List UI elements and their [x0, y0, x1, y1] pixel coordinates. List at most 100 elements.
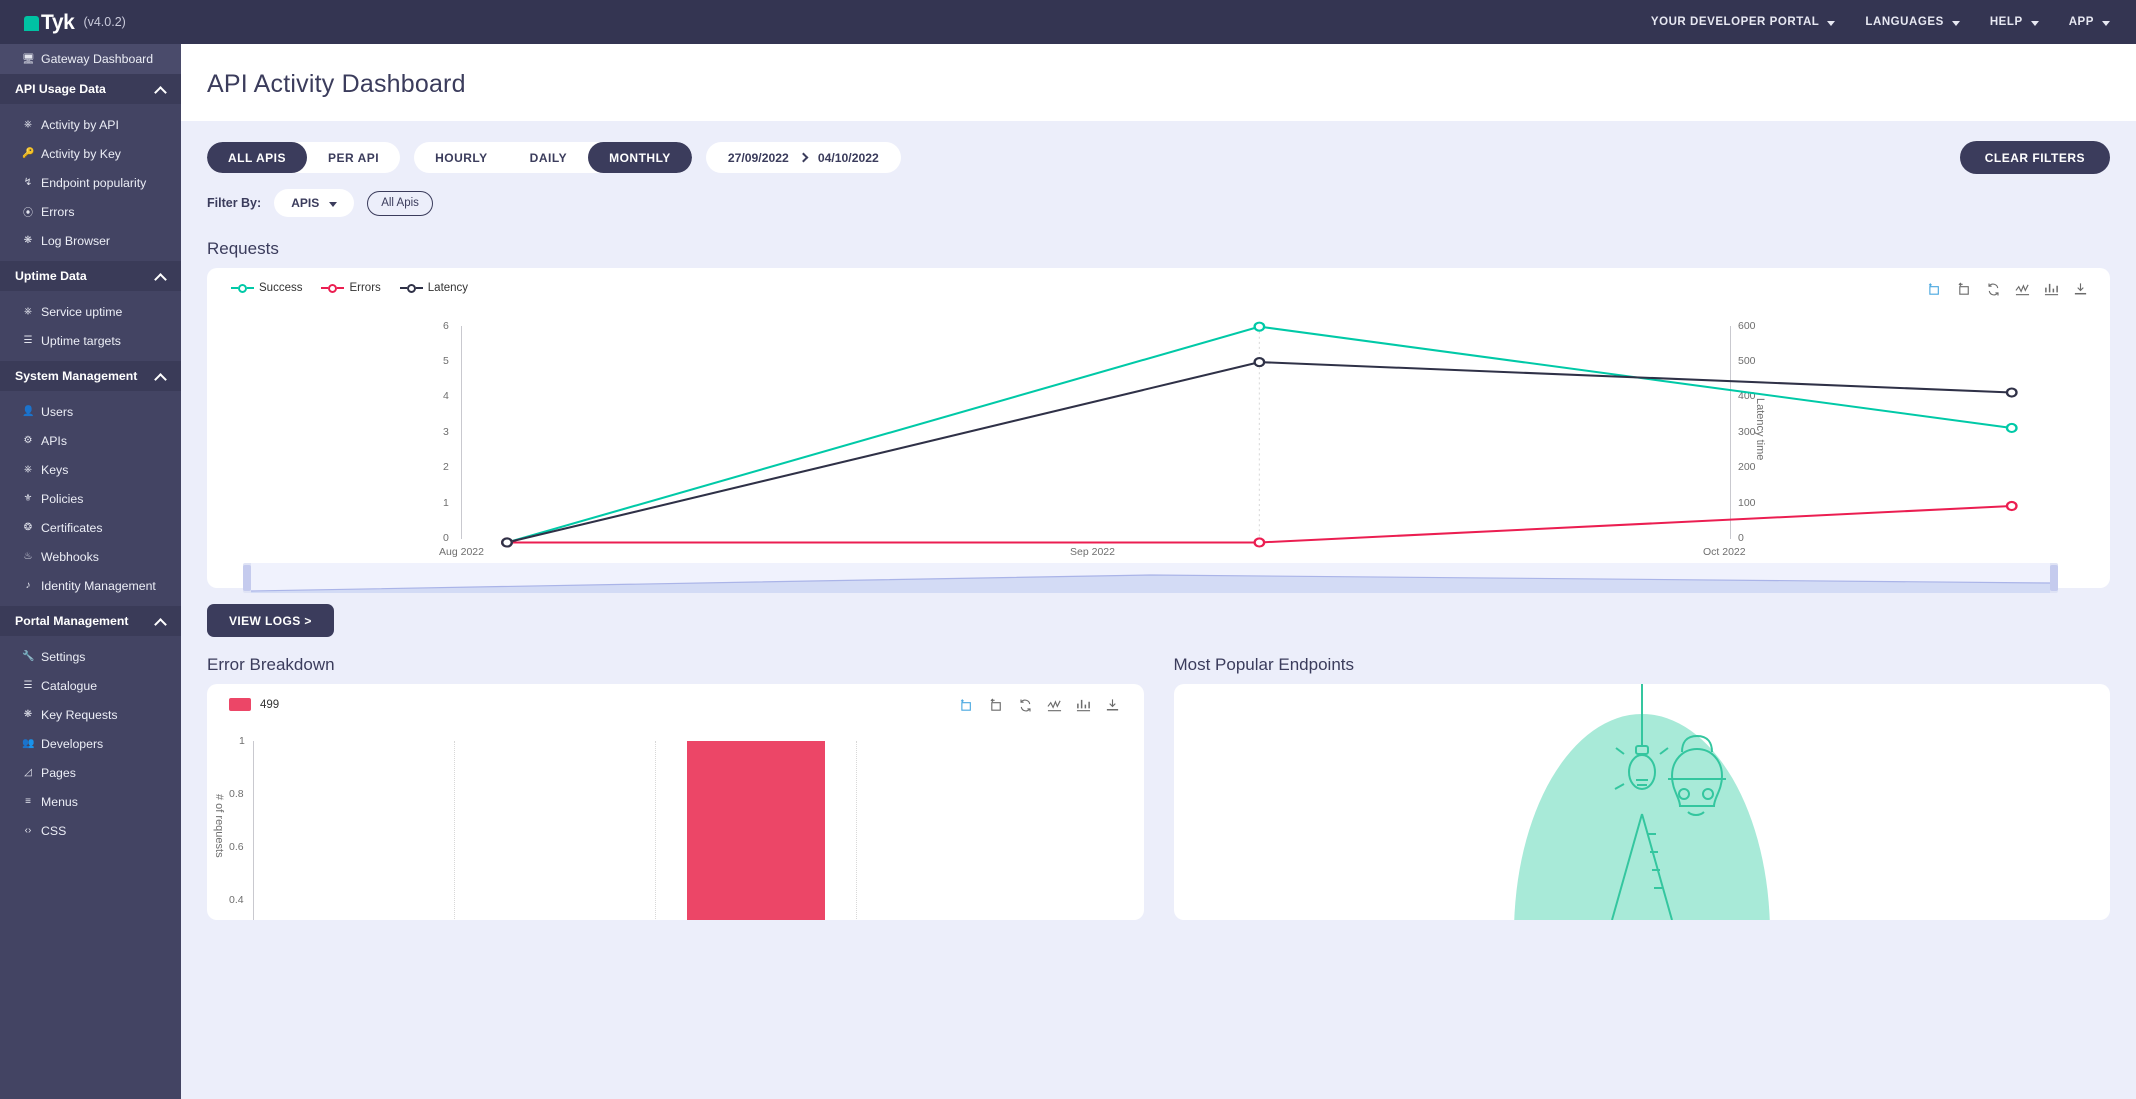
page-title: API Activity Dashboard	[207, 70, 2136, 99]
xtick-label: Aug 2022	[439, 546, 484, 558]
chevron-down-icon	[1952, 21, 1960, 26]
empty-state-illustration	[1174, 684, 2111, 920]
user-icon: 👤	[22, 406, 34, 417]
sidebar-item-endpoint-popularity[interactable]: ↯ Endpoint popularity	[0, 168, 181, 197]
sidebar-item-users[interactable]: 👤 Users	[0, 397, 181, 426]
topnav-app[interactable]: APP	[2069, 16, 2110, 28]
scope-option-all-apis[interactable]: ALL APIS	[207, 142, 307, 173]
requests-plot-area: 6 5 4 3 2 1 0 600 500 400 300 200	[221, 278, 2096, 582]
filter-by-select[interactable]: APIS	[274, 189, 354, 217]
chevron-up-icon	[154, 273, 167, 286]
sidebar-item-policies[interactable]: ⚜ Policies	[0, 484, 181, 513]
sidebar-group-system-management[interactable]: System Management	[0, 361, 181, 391]
topnav-label: YOUR DEVELOPER PORTAL	[1651, 16, 1820, 28]
sidebar-item-webhooks[interactable]: ♨ Webhooks	[0, 542, 181, 571]
chevron-down-icon	[2102, 21, 2110, 26]
sidebar-group-label: Uptime Data	[15, 269, 87, 283]
sidebar-item-log-browser[interactable]: ❋ Log Browser	[0, 226, 181, 255]
sidebar-item-label: Certificates	[41, 521, 103, 535]
dashboard-body: ALL APIS PER API HOURLY DAILY MONTHLY 27…	[181, 121, 2136, 1099]
topnav-developer-portal[interactable]: YOUR DEVELOPER PORTAL	[1651, 16, 1836, 28]
popular-endpoints-card	[1174, 684, 2111, 920]
chevron-down-icon	[2031, 21, 2039, 26]
sidebar-item-label: Policies	[41, 492, 83, 506]
sidebar-item-key-requests[interactable]: ❋ Key Requests	[0, 700, 181, 729]
period-option-daily[interactable]: DAILY	[509, 142, 588, 173]
sidebar-item-label: Menus	[41, 795, 78, 809]
period-option-hourly[interactable]: HOURLY	[414, 142, 509, 173]
brand-logo[interactable]: Tyk (v4.0.2)	[24, 12, 126, 33]
zoom-preview-area	[251, 563, 2050, 593]
zoom-handle-right[interactable]	[2050, 565, 2058, 591]
sidebar-item-activity-by-api[interactable]: ⎈ Activity by API	[0, 110, 181, 139]
requests-chart-card: Success Errors	[207, 268, 2110, 588]
sidebar-item-settings[interactable]: 🔧 Settings	[0, 642, 181, 671]
success-point	[2007, 424, 2016, 432]
view-logs-button[interactable]: VIEW LOGS >	[207, 604, 334, 637]
link-icon: ♪	[22, 580, 34, 591]
popular-endpoints-title: Most Popular Endpoints	[1174, 655, 2111, 675]
sidebar-item-uptime-targets[interactable]: ☰ Uptime targets	[0, 326, 181, 355]
sidebar-item-menus[interactable]: ≡ Menus	[0, 787, 181, 816]
sidebar-item-identity-management[interactable]: ♪ Identity Management	[0, 571, 181, 600]
sidebar-item-label: Users	[41, 405, 73, 419]
sidebar-item-pages[interactable]: ◿ Pages	[0, 758, 181, 787]
sitemap-icon: ⎈	[22, 464, 34, 475]
errors-point	[1255, 538, 1264, 546]
chevron-down-icon	[329, 202, 337, 207]
monitor-icon: 🖥	[22, 54, 34, 65]
popular-endpoints-column: Most Popular Endpoints	[1174, 649, 2111, 920]
error-gridline	[856, 741, 857, 920]
sidebar-item-gateway-dashboard[interactable]: 🖥 Gateway Dashboard	[0, 44, 181, 74]
error-ytick: 0.4	[229, 894, 244, 906]
filter-by-select-value: APIS	[291, 196, 319, 210]
error-y-axis-title: # of requests	[213, 794, 225, 858]
filter-by-label: Filter By:	[207, 196, 261, 210]
topnav-languages[interactable]: LANGUAGES	[1865, 16, 1959, 28]
zoom-window[interactable]	[251, 563, 2050, 593]
filter-chip-all-apis[interactable]: All Apis	[367, 191, 433, 216]
sidebar-item-errors[interactable]: ⦿ Errors	[0, 197, 181, 226]
error-breakdown-plot-area: 1 0.8 0.6 0.4 # of requests	[207, 684, 1144, 920]
sidebar-item-label: CSS	[41, 824, 66, 838]
chevron-up-icon	[154, 86, 167, 99]
date-range-picker[interactable]: 27/09/2022 04/10/2022	[706, 142, 901, 173]
sidebar-group-api-usage-data[interactable]: API Usage Data	[0, 74, 181, 104]
period-option-monthly[interactable]: MONTHLY	[588, 142, 692, 173]
chart-zoom-slider[interactable]	[243, 563, 2058, 593]
error-breakdown-card: 499	[207, 684, 1144, 920]
date-from: 27/09/2022	[728, 151, 789, 165]
certificate-icon: ❂	[22, 522, 34, 533]
topnav-help[interactable]: HELP	[1990, 16, 2039, 28]
sidebar-item-certificates[interactable]: ❂ Certificates	[0, 513, 181, 542]
sidebar-item-label: Activity by Key	[41, 147, 121, 161]
sidebar-item-activity-by-key[interactable]: 🔑 Activity by Key	[0, 139, 181, 168]
topnav-label: LANGUAGES	[1865, 16, 1943, 28]
network-icon: ⎈	[22, 119, 34, 130]
requests-series-svg	[221, 278, 2096, 582]
bottom-panels: Error Breakdown 499	[207, 649, 2110, 920]
sidebar-item-developers[interactable]: 👥 Developers	[0, 729, 181, 758]
sidebar-item-keys[interactable]: ⎈ Keys	[0, 455, 181, 484]
sidebar-item-catalogue[interactable]: ☰ Catalogue	[0, 671, 181, 700]
filter-by-row: Filter By: APIS All Apis	[207, 174, 2110, 217]
sidebar-item-service-uptime[interactable]: ⎈ Service uptime	[0, 297, 181, 326]
sidebar-group-uptime-data[interactable]: Uptime Data	[0, 261, 181, 291]
sidebar-group-portal-management[interactable]: Portal Management	[0, 606, 181, 636]
zoom-handle-left[interactable]	[243, 565, 251, 591]
error-bar[interactable]	[687, 741, 825, 920]
clear-filters-button[interactable]: CLEAR FILTERS	[1960, 141, 2110, 174]
sidebar-item-label: Pages	[41, 766, 76, 780]
sidebar-item-label: APIs	[41, 434, 67, 448]
sidebar-item-apis[interactable]: ⚙ APIs	[0, 426, 181, 455]
menu-icon: ≡	[22, 796, 34, 807]
scope-option-per-api[interactable]: PER API	[307, 142, 400, 173]
book-icon: ☰	[22, 680, 34, 691]
app-version: (v4.0.2)	[83, 15, 125, 29]
sidebar-item-css[interactable]: ‹› CSS	[0, 816, 181, 845]
sidebar-group-label: Portal Management	[15, 614, 128, 628]
error-ytick: 1	[239, 735, 245, 747]
topnav-label: HELP	[1990, 16, 2023, 28]
tyk-logo-icon: Tyk	[24, 12, 74, 33]
chevron-up-icon	[154, 618, 167, 631]
